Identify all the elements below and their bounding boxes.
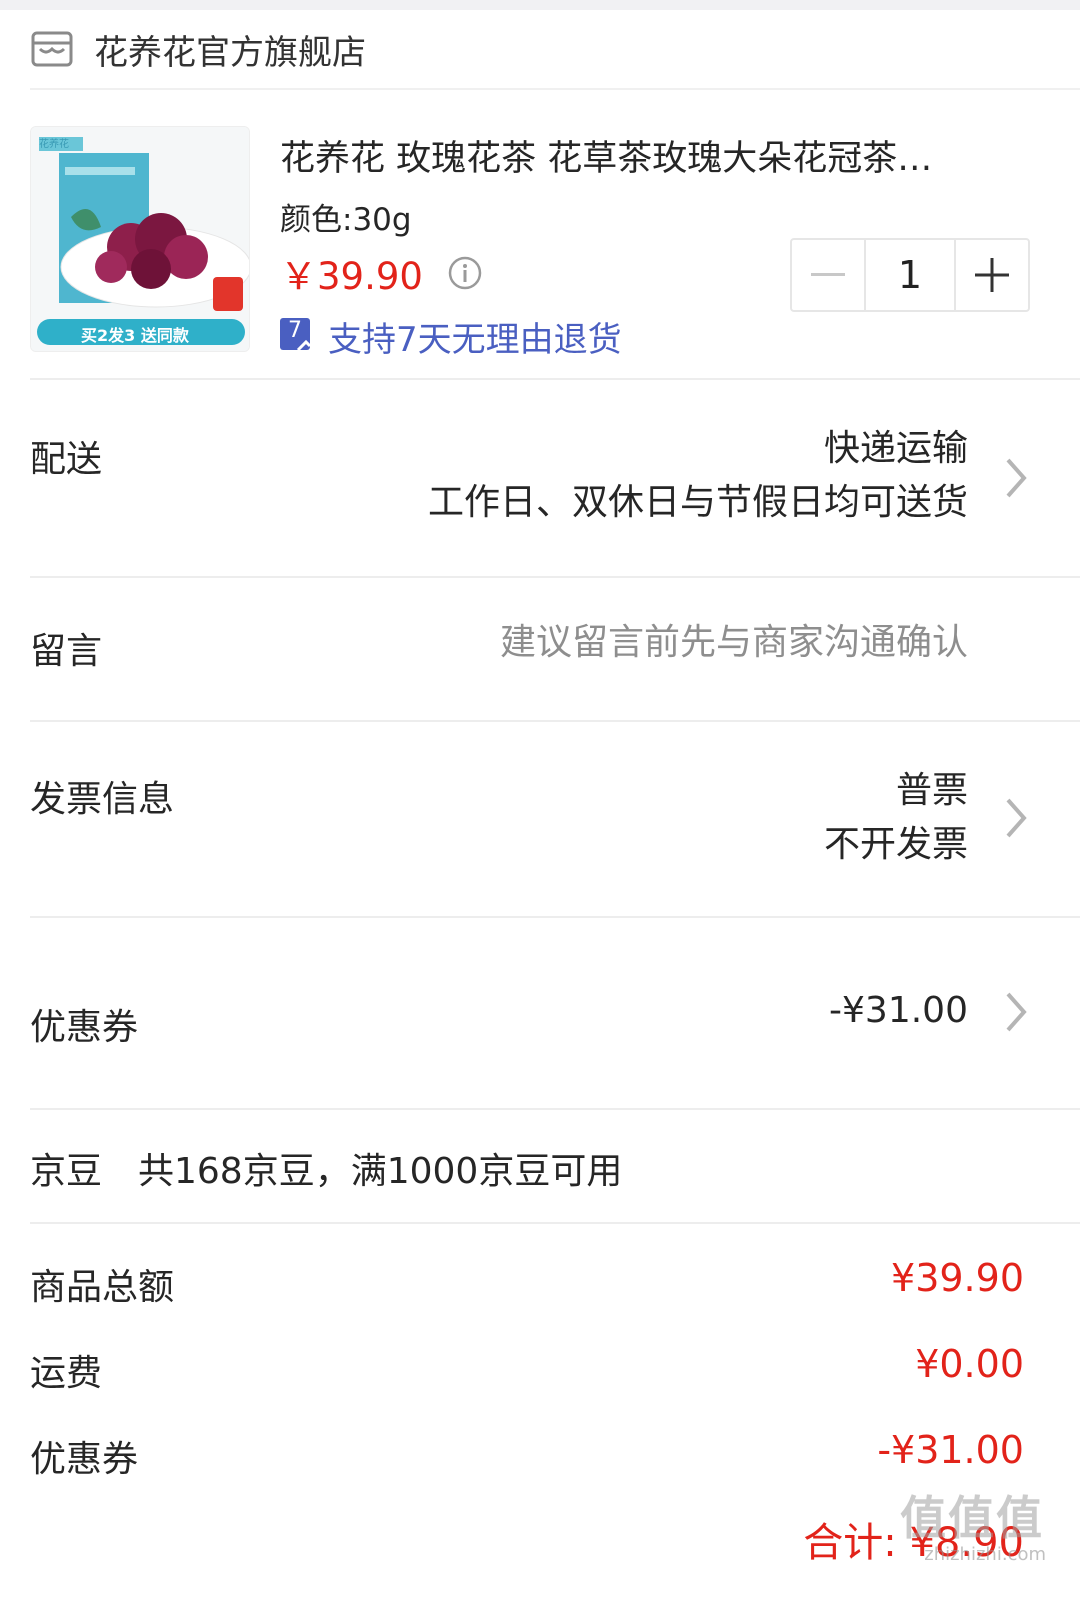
coupon-value: -¥31.00 [829,990,968,1031]
invoice-detail: 不开发票 [823,824,968,865]
subtotal-value: ¥39.90 [891,1256,1024,1300]
return-policy: 7 支持7天无理由退货 [278,312,622,361]
divider [30,1222,1080,1224]
quantity-stepper: 1 [790,238,1030,312]
product-thumbnail[interactable]: 花养花 买2发3 送同款 [30,126,250,352]
badge-number: 7 [288,317,302,343]
subtotal-label: 商品总额 [30,1267,175,1308]
invoice-value: 普票 不开发票 [824,764,968,872]
plus-icon [975,258,1009,292]
coupon-discount-label: 优惠券 [30,1439,139,1480]
delivery-label: 配送 [30,439,103,480]
product-spec: 颜色:30g [280,202,412,238]
divider [30,1108,1080,1110]
minus-icon [811,273,845,276]
product-card: 花养花 买2发3 送同款 花养花 玫瑰花茶 花草茶玫瑰大朵花冠茶… 颜色:30g… [30,126,1080,378]
quantity-value[interactable]: 1 [864,240,956,310]
thumbnail-banner-text: 买2发3 送同款 [81,326,189,345]
product-title[interactable]: 花养花 玫瑰花茶 花草茶玫瑰大朵花冠茶… [280,130,1000,181]
watermark-url: zhizhizhi.com [924,1544,1046,1565]
product-price: ￥39.90 [280,255,423,298]
delivery-value: 快递运输 工作日、双休日与节假日均可送货 [428,422,968,530]
coupon-label: 优惠券 [30,1007,139,1048]
store-icon [31,31,73,67]
chevron-right-icon [1006,798,1027,838]
info-icon[interactable] [447,255,483,291]
price-row: ￥39.90 [280,246,483,300]
divider [30,378,1080,380]
shop-header[interactable]: 花养花官方旗舰店 [30,10,1080,90]
chevron-right-icon [1006,458,1027,498]
message-label: 留言 [30,631,103,672]
increase-button[interactable] [956,240,1028,310]
invoice-type: 普票 [895,770,968,811]
shop-name: 花养花官方旗舰店 [94,32,366,73]
jingdou-detail: 共168京豆，满1000京豆可用 [138,1151,623,1192]
shipping-label: 运费 [30,1353,103,1394]
message-input[interactable]: 建议留言前先与商家沟通确认 [500,616,968,670]
delivery-detail: 工作日、双休日与节假日均可送货 [427,482,968,523]
coupon-discount-value: -¥31.00 [877,1428,1024,1472]
delivery-method: 快递运输 [823,428,968,469]
divider [30,916,1080,918]
chevron-right-icon [1006,992,1027,1032]
thumbnail-brand-text: 花养花 [39,139,69,150]
top-strip [0,0,1080,10]
watermark: 值值值 [900,1491,1044,1545]
divider [30,720,1080,722]
seven-day-badge-icon: 7 [278,316,328,358]
return-policy-text: 支持7天无理由退货 [328,320,622,360]
decrease-button[interactable] [792,240,864,310]
shipping-value: ¥0.00 [915,1342,1024,1386]
product-image [31,127,249,351]
jingdou-label: 京豆 [30,1151,103,1192]
divider [30,576,1080,578]
invoice-label: 发票信息 [30,779,175,820]
